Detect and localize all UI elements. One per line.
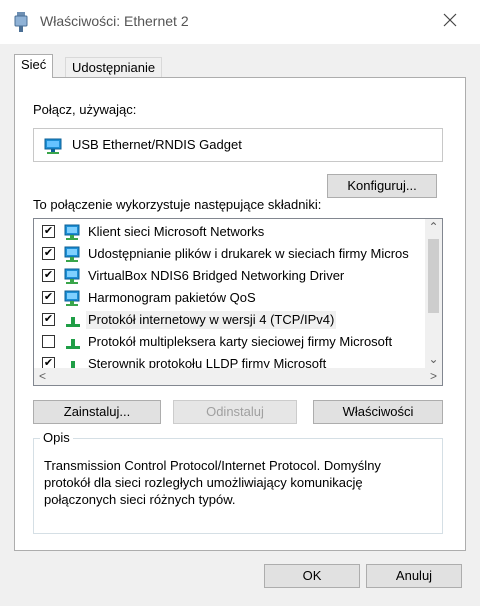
configure-button[interactable]: Konfiguruj... [327, 174, 437, 198]
checkbox[interactable]: ✔ [42, 313, 55, 326]
adapter-name: USB Ethernet/RNDIS Gadget [72, 137, 242, 152]
checkbox[interactable]: ✔ [42, 247, 55, 260]
cancel-button[interactable]: Anuluj [366, 564, 462, 588]
description-text: Transmission Control Protocol/Internet P… [44, 458, 381, 507]
network-client-icon [64, 224, 80, 240]
description-group: Opis Transmission Control Protocol/Inter… [33, 430, 443, 534]
close-icon[interactable] [440, 10, 460, 30]
install-button[interactable]: Zainstaluj... [33, 400, 161, 424]
title-bar: Właściwości: Ethernet 2 [0, 0, 480, 44]
window-title: Właściwości: Ethernet 2 [40, 13, 189, 29]
components-label: To połączenie wykorzystuje następujące s… [33, 197, 322, 212]
components-list[interactable]: ✔ Klient sieci Microsoft Networks ✔ Udostęp… [33, 218, 443, 386]
list-item[interactable]: ✔ VirtualBox NDIS6 Bridged Networking Dri… [34, 265, 424, 287]
scroll-up-icon[interactable]: ⌃ [425, 219, 442, 236]
scroll-thumb[interactable] [428, 239, 439, 313]
list-item-label: VirtualBox NDIS6 Bridged Networking Driv… [88, 268, 345, 283]
list-item[interactable]: ✔ Klient sieci Microsoft Networks [34, 221, 424, 243]
network-adapter-icon [44, 138, 62, 154]
network-client-icon [64, 246, 80, 262]
vertical-scrollbar[interactable]: ⌃ ⌄ [425, 219, 442, 368]
scroll-left-icon[interactable]: < [34, 368, 51, 385]
properties-button[interactable]: Właściwości [313, 400, 443, 424]
uninstall-button[interactable]: Odinstaluj [173, 400, 297, 424]
dialog-body: Sieć Udostępnianie Połącz, używając: USB… [0, 44, 480, 606]
checkbox[interactable]: ✔ [42, 269, 55, 282]
tab-panel-network: Połącz, używając: USB Ethernet/RNDIS Gad… [14, 77, 466, 551]
scroll-right-icon[interactable]: > [425, 368, 442, 385]
checkbox[interactable] [42, 335, 55, 348]
description-legend: Opis [40, 430, 73, 445]
horizontal-scrollbar[interactable]: < > [34, 368, 442, 385]
list-item[interactable]: ✔ Harmonogram pakietów QoS [34, 287, 424, 309]
checkbox[interactable]: ✔ [42, 225, 55, 238]
list-item[interactable]: ✔ Udostępnianie plików i drukarek w sieci… [34, 243, 424, 265]
list-item-label: Protokół multipleksera karty sieciowej f… [88, 334, 393, 349]
tab-sharing[interactable]: Udostępnianie [65, 57, 163, 77]
ok-button[interactable]: OK [264, 564, 360, 588]
network-client-icon [64, 268, 80, 284]
network-adapter-icon [14, 12, 28, 32]
list-item-label: Udostępnianie plików i drukarek w siecia… [88, 246, 409, 261]
components-items: ✔ Klient sieci Microsoft Networks ✔ Udostęp… [34, 221, 424, 375]
list-item-label: Harmonogram pakietów QoS [88, 290, 256, 305]
network-client-icon [64, 290, 80, 306]
list-item-label: Klient sieci Microsoft Networks [88, 224, 265, 239]
scroll-down-icon[interactable]: ⌄ [425, 351, 442, 368]
protocol-icon [66, 339, 80, 349]
connect-using-label: Połącz, używając: [33, 102, 137, 117]
list-item[interactable]: ✔ Protokół internetowy w wersji 4 (TCP/IP… [34, 309, 424, 331]
tab-network[interactable]: Sieć [14, 54, 54, 78]
adapter-box: USB Ethernet/RNDIS Gadget [33, 128, 443, 162]
checkbox[interactable]: ✔ [42, 291, 55, 304]
list-item-label: Protokół internetowy w wersji 4 (TCP/IPv… [86, 311, 337, 329]
protocol-icon [66, 317, 80, 327]
list-item[interactable]: Protokół multipleksera karty sieciowej f… [34, 331, 424, 353]
